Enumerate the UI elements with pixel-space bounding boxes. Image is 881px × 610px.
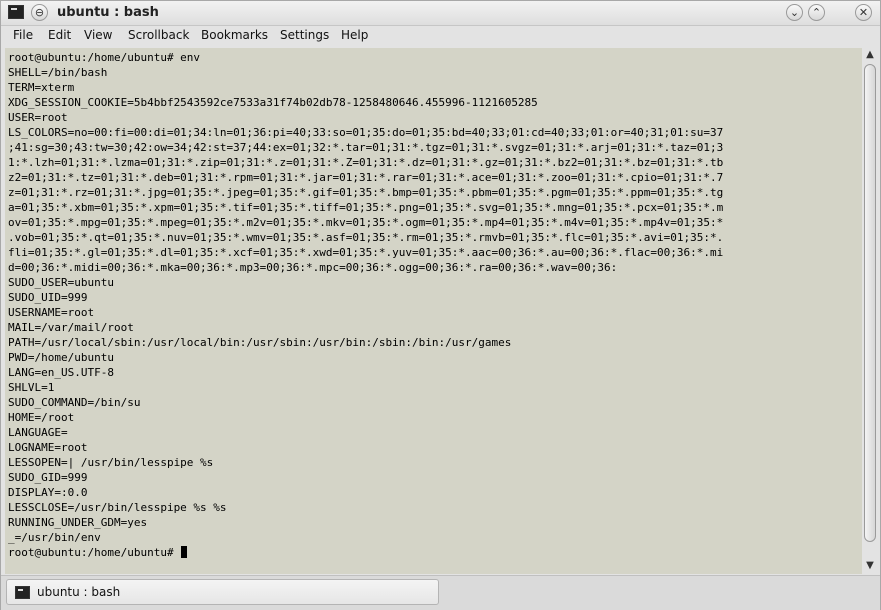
terminal-prompt: root@ubuntu:/home/ubuntu#: [8, 546, 181, 559]
terminal-line: _=/usr/bin/env: [8, 531, 101, 544]
title-bar[interactable]: ⊖ ubuntu : bash ⌄ ⌃ ✕: [1, 1, 880, 26]
terminal-line: PATH=/usr/local/sbin:/usr/local/bin:/usr…: [8, 336, 512, 349]
menu-settings[interactable]: Settings: [280, 28, 329, 42]
tab-label: ubuntu : bash: [37, 585, 121, 599]
terminal-line: DISPLAY=:0.0: [8, 486, 88, 499]
minimize-button[interactable]: ⌄: [786, 4, 803, 21]
terminal-line: LS_COLORS=no=00:fi=00:di=01;34:ln=01;36:…: [8, 126, 724, 139]
scroll-down-icon[interactable]: ▼: [863, 559, 877, 573]
terminal-line: USERNAME=root: [8, 306, 95, 319]
terminal-line: LESSCLOSE=/usr/bin/lesspipe %s %s: [8, 501, 227, 514]
terminal-line: SHELL=/bin/bash: [8, 66, 108, 79]
menu-scrollback[interactable]: Scrollback: [128, 28, 189, 42]
terminal-line: MAIL=/var/mail/root: [8, 321, 134, 334]
terminal-line: LANGUAGE=: [8, 426, 68, 439]
terminal-line: .vob=01;35:*.qt=01;35:*.nuv=01;35:*.wmv=…: [8, 231, 724, 244]
menu-bar: File Edit View Scrollback Bookmarks Sett…: [1, 26, 880, 47]
terminal-line: z=01;31:*.rz=01;31:*.jpg=01;35:*.jpeg=01…: [8, 186, 724, 199]
terminal-line: PWD=/home/ubuntu: [8, 351, 114, 364]
terminal-lines: root@ubuntu:/home/ubuntu# env SHELL=/bin/…: [8, 50, 723, 560]
terminal-line: XDG_SESSION_COOKIE=5b4bbf2543592ce7533a3…: [8, 96, 538, 109]
scroll-thumb[interactable]: [864, 64, 876, 542]
terminal-line: d=00;36:*.midi=00;36:*.mka=00;36:*.mp3=0…: [8, 261, 618, 274]
terminal-line: SHLVL=1: [8, 381, 55, 394]
terminal-line: z2=01;31:*.tz=01;31:*.deb=01;31:*.rpm=01…: [8, 171, 724, 184]
close-button[interactable]: ✕: [855, 4, 872, 21]
menu-edit[interactable]: Edit: [48, 28, 71, 42]
terminal-line: LANG=en_US.UTF-8: [8, 366, 114, 379]
text-cursor: [181, 546, 188, 558]
window-menu-button[interactable]: ⊖: [31, 4, 48, 21]
menu-help[interactable]: Help: [341, 28, 368, 42]
window-title: ubuntu : bash: [57, 5, 159, 20]
terminal-icon[interactable]: [8, 5, 24, 19]
terminal-line: fli=01;35:*.gl=01;35:*.dl=01;35:*.xcf=01…: [8, 246, 724, 259]
terminal-line: ov=01;35:*.mpg=01;35:*.mpeg=01;35:*.m2v=…: [8, 216, 724, 229]
maximize-button[interactable]: ⌃: [808, 4, 825, 21]
menu-bookmarks[interactable]: Bookmarks: [201, 28, 268, 42]
menu-file[interactable]: File: [13, 28, 33, 42]
terminal-line: root@ubuntu:/home/ubuntu# env: [8, 51, 201, 64]
tab-bar: ubuntu : bash: [1, 575, 880, 610]
terminal-line: HOME=/root: [8, 411, 75, 424]
vertical-scrollbar[interactable]: ▲ ▼: [862, 48, 878, 574]
tab-ubuntu-bash[interactable]: ubuntu : bash: [6, 579, 439, 605]
terminal-line: a=01;35:*.xbm=01;35:*.xpm=01;35:*.tif=01…: [8, 201, 724, 214]
terminal-line: TERM=xterm: [8, 81, 75, 94]
terminal-line: LESSOPEN=| /usr/bin/lesspipe %s: [8, 456, 214, 469]
terminal-line: SUDO_COMMAND=/bin/su: [8, 396, 141, 409]
terminal-line: USER=root: [8, 111, 68, 124]
terminal-output[interactable]: root@ubuntu:/home/ubuntu# env SHELL=/bin/…: [5, 48, 862, 574]
terminal-line: SUDO_UID=999: [8, 291, 88, 304]
konsole-window: ⊖ ubuntu : bash ⌄ ⌃ ✕ File Edit View Scr…: [0, 0, 881, 610]
terminal-line: LOGNAME=root: [8, 441, 88, 454]
terminal-prompt-line[interactable]: root@ubuntu:/home/ubuntu#: [8, 545, 723, 560]
scroll-track[interactable]: [863, 64, 877, 560]
terminal-line: SUDO_GID=999: [8, 471, 88, 484]
terminal-line: SUDO_USER=ubuntu: [8, 276, 114, 289]
terminal-icon: [15, 586, 30, 599]
terminal-line: 1:*.lzh=01;31:*.lzma=01;31:*.zip=01;31:*…: [8, 156, 724, 169]
scroll-up-icon[interactable]: ▲: [863, 48, 877, 62]
terminal-line: ;41:sg=30;43:tw=30;42:ow=34;42:st=37;44:…: [8, 141, 724, 154]
terminal-line: RUNNING_UNDER_GDM=yes: [8, 516, 148, 529]
menu-view[interactable]: View: [84, 28, 112, 42]
